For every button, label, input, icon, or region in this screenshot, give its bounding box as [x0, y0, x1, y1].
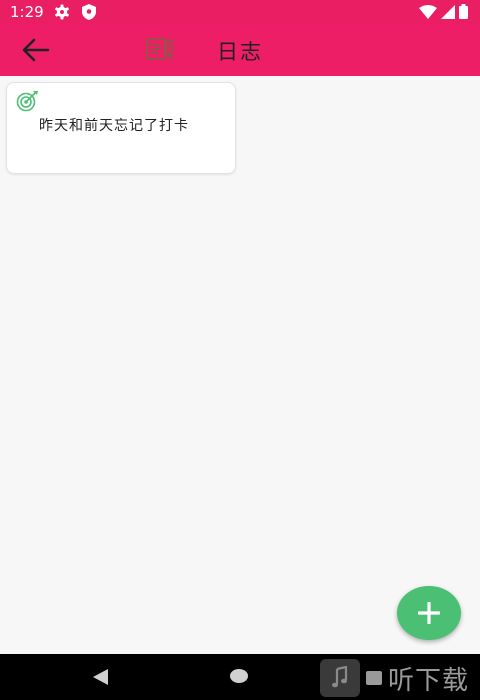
back-button[interactable]: [18, 34, 54, 66]
music-note-icon: [332, 666, 348, 688]
log-list: 昨天和前天忘记了打卡: [0, 76, 480, 654]
status-bar: 1:29: [0, 0, 480, 24]
page-title: 日志: [217, 40, 263, 64]
plus-icon: [418, 602, 440, 624]
arrow-left-icon: [22, 38, 50, 62]
gear-icon: [55, 4, 69, 20]
log-text: 昨天和前天忘记了打卡: [39, 118, 189, 134]
status-time: 1:29: [10, 3, 44, 21]
add-log-button[interactable]: [397, 586, 461, 640]
status-left-icons: [54, 4, 96, 20]
stop-icon: [366, 671, 382, 685]
battery-icon: [459, 4, 468, 19]
app-bar: 日志: [0, 24, 480, 76]
navigation-bar: 听下载: [0, 654, 480, 700]
watermark-logo: [320, 659, 360, 697]
target-icon: [16, 91, 38, 112]
watermark-text: 听下载: [388, 665, 470, 696]
notebook-pen-icon: [146, 38, 173, 61]
nav-home-icon[interactable]: [230, 669, 248, 683]
wifi-icon: [419, 4, 437, 19]
shield-icon: [82, 4, 96, 20]
log-card[interactable]: 昨天和前天忘记了打卡: [6, 82, 236, 174]
signal-icon: [441, 4, 455, 19]
nav-back-icon[interactable]: [91, 668, 109, 686]
watermark: 听下载: [320, 659, 469, 697]
status-right-icons: [419, 4, 468, 19]
